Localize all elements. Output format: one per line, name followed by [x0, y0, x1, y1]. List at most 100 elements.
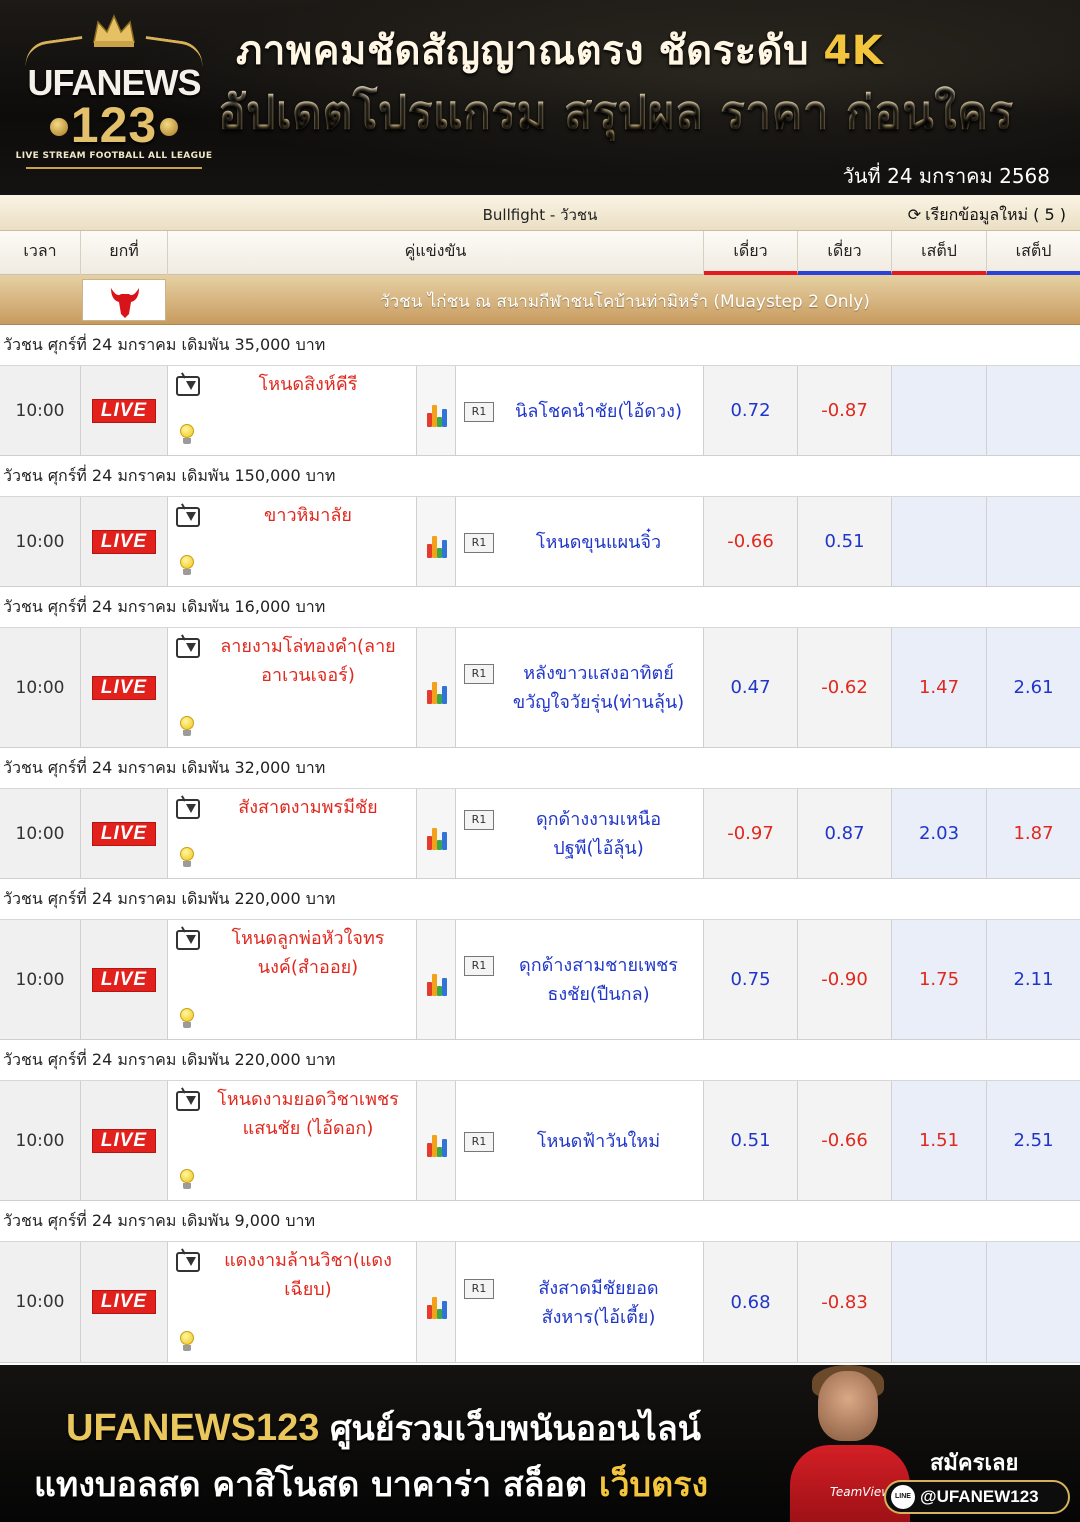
away-team-cell[interactable]: R1 ดุกด้างงามเหนือ ปฐพี(ไอ้ลุ้น)	[456, 789, 704, 878]
away-team-name[interactable]: นิลโชคนำชัย(ไอ้ดวง)	[500, 397, 697, 426]
odds-cell[interactable]: 1.87	[987, 789, 1080, 878]
away-team-name[interactable]: หลังขาวแสงอาทิตย์ ขวัญใจวัยรุ่น(ท่านลุ้น)	[500, 659, 697, 717]
odds-value[interactable]: 1.75	[892, 920, 986, 1039]
match-row[interactable]: 10:00 LIVE โหนดสิงห์คีรี R1 นิลโชคนำชัย(ไอ้ด…	[0, 366, 1080, 456]
stats-cell[interactable]	[417, 628, 456, 747]
match-row[interactable]: 10:00 LIVE โหนดลูกพ่อหัวใจทร นงค์(สำออย) R1 ด…	[0, 920, 1080, 1040]
match-row[interactable]: 10:00 LIVE ขาวหิมาลัย R1 โหนดขุนแผนจิ๋ว -0.66…	[0, 497, 1080, 587]
stats-cell[interactable]	[417, 497, 456, 586]
away-team-cell[interactable]: R1 นิลโชคนำชัย(ไอ้ดวง)	[456, 366, 704, 455]
live-button[interactable]: LIVE	[92, 529, 156, 554]
league-row[interactable]: วัวชน ไก่ชน ณ สนามกีฬาชนโคบ้านท่ามิหรำ (…	[0, 275, 1080, 325]
odds-cell[interactable]	[987, 366, 1080, 455]
bar-chart-icon[interactable]	[427, 826, 447, 850]
tv-icon[interactable]	[176, 1252, 200, 1272]
tv-icon[interactable]	[176, 638, 200, 658]
away-team-cell[interactable]: R1 โหนดขุนแผนจิ๋ว	[456, 497, 704, 586]
odds-value[interactable]: 0.68	[704, 1242, 797, 1362]
home-team-cell[interactable]: โหนดงามยอดวิชาเพชร แสนชัย (ไอ้ดอก)	[168, 1081, 417, 1200]
odds-cell[interactable]: 2.51	[987, 1081, 1080, 1200]
odds-value[interactable]: 1.47	[892, 628, 986, 747]
stats-cell[interactable]	[417, 920, 456, 1039]
away-team-cell[interactable]: R1 โหนดฟ้าวันใหม่	[456, 1081, 704, 1200]
odds-cell[interactable]	[892, 1242, 987, 1362]
odds-value[interactable]: 2.51	[987, 1081, 1080, 1200]
home-team-name[interactable]: โหนดลูกพ่อหัวใจทร นงค์(สำออย)	[204, 924, 412, 982]
line-id-button[interactable]: LINE @UFANEW123	[884, 1480, 1070, 1514]
odds-cell[interactable]	[987, 1242, 1080, 1362]
lightbulb-icon[interactable]	[178, 1331, 196, 1353]
odds-cell[interactable]: 0.51	[798, 497, 892, 586]
odds-cell[interactable]: 1.51	[892, 1081, 987, 1200]
tv-icon[interactable]	[176, 507, 200, 527]
bar-chart-icon[interactable]	[427, 972, 447, 996]
odds-value[interactable]: -0.62	[798, 628, 891, 747]
odds-value[interactable]	[987, 366, 1080, 455]
odds-cell[interactable]: -0.62	[798, 628, 892, 747]
away-team-name[interactable]: โหนดฟ้าวันใหม่	[500, 1127, 697, 1156]
stats-cell[interactable]	[417, 789, 456, 878]
home-team-name[interactable]: ขาวหิมาลัย	[204, 501, 412, 530]
odds-cell[interactable]: 0.47	[704, 628, 798, 747]
bar-chart-icon[interactable]	[427, 403, 447, 427]
tv-icon[interactable]	[176, 1091, 200, 1111]
home-team-cell[interactable]: ลายงามโล่ทองคำ(ลาย อาเวนเจอร์)	[168, 628, 417, 747]
home-team-cell[interactable]: โหนดสิงห์คีรี	[168, 366, 417, 455]
odds-cell[interactable]: 0.75	[704, 920, 798, 1039]
odds-cell[interactable]: -0.66	[704, 497, 798, 586]
site-logo[interactable]: UFANEWS 123 LIVE STREAM FOOTBALL ALL LEA…	[14, 10, 214, 185]
tv-icon[interactable]	[176, 930, 200, 950]
lightbulb-icon[interactable]	[178, 847, 196, 869]
home-team-name[interactable]: โหนดงามยอดวิชาเพชร แสนชัย (ไอ้ดอก)	[204, 1085, 412, 1143]
odds-cell[interactable]: 0.87	[798, 789, 892, 878]
odds-cell[interactable]: 1.75	[892, 920, 987, 1039]
stats-cell[interactable]	[417, 366, 456, 455]
odds-value[interactable]: 1.51	[892, 1081, 986, 1200]
odds-value[interactable]	[987, 1242, 1080, 1362]
odds-value[interactable]: 0.87	[798, 789, 891, 878]
home-team-cell[interactable]: สังสาตงามพรมีชัย	[168, 789, 417, 878]
lightbulb-icon[interactable]	[178, 1169, 196, 1191]
odds-value[interactable]: -0.83	[798, 1242, 891, 1362]
odds-value[interactable]: 2.61	[987, 628, 1080, 747]
live-button[interactable]: LIVE	[92, 675, 156, 700]
odds-value[interactable]	[892, 366, 986, 455]
odds-value[interactable]: 0.75	[704, 920, 797, 1039]
match-row[interactable]: 10:00 LIVE ลายงามโล่ทองคำ(ลาย อาเวนเจอร์) R1…	[0, 628, 1080, 748]
live-button[interactable]: LIVE	[92, 1128, 156, 1153]
bar-chart-icon[interactable]	[427, 680, 447, 704]
odds-cell[interactable]	[892, 366, 987, 455]
lightbulb-icon[interactable]	[178, 424, 196, 446]
odds-value[interactable]: -0.90	[798, 920, 891, 1039]
odds-value[interactable]: 2.11	[987, 920, 1080, 1039]
odds-cell[interactable]: -0.87	[798, 366, 892, 455]
odds-cell[interactable]: 0.51	[704, 1081, 798, 1200]
stats-cell[interactable]	[417, 1081, 456, 1200]
match-row[interactable]: 10:00 LIVE แดงงามล้านวิชา(แดง เฉียบ) R1 สังสา…	[0, 1242, 1080, 1363]
odds-value[interactable]: -0.97	[704, 789, 797, 878]
tv-icon[interactable]	[176, 799, 200, 819]
odds-cell[interactable]: -0.83	[798, 1242, 892, 1362]
bar-chart-icon[interactable]	[427, 1295, 447, 1319]
away-team-name[interactable]: โหนดขุนแผนจิ๋ว	[500, 528, 697, 557]
home-team-cell[interactable]: แดงงามล้านวิชา(แดง เฉียบ)	[168, 1242, 417, 1362]
tv-icon[interactable]	[176, 376, 200, 396]
match-row[interactable]: 10:00 LIVE สังสาตงามพรมีชัย R1 ดุกด้างงามเหน…	[0, 789, 1080, 879]
odds-value[interactable]: -0.87	[798, 366, 891, 455]
home-team-name[interactable]: โหนดสิงห์คีรี	[204, 370, 412, 399]
stats-cell[interactable]	[417, 1242, 456, 1362]
match-row[interactable]: 10:00 LIVE โหนดงามยอดวิชาเพชร แสนชัย (ไอ้ดอ…	[0, 1081, 1080, 1201]
lightbulb-icon[interactable]	[178, 1008, 196, 1030]
away-team-name[interactable]: ดุกด้างงามเหนือ ปฐพี(ไอ้ลุ้น)	[500, 805, 697, 863]
home-team-name[interactable]: แดงงามล้านวิชา(แดง เฉียบ)	[204, 1246, 412, 1304]
live-button[interactable]: LIVE	[92, 821, 156, 846]
live-button[interactable]: LIVE	[92, 967, 156, 992]
odds-value[interactable]: 1.87	[987, 789, 1080, 878]
bar-chart-icon[interactable]	[427, 1133, 447, 1157]
away-team-cell[interactable]: R1 สังสาดมีชัยยอด สังหาร(ไอ้เตี้ย)	[456, 1242, 704, 1362]
home-team-name[interactable]: สังสาตงามพรมีชัย	[204, 793, 412, 822]
odds-value[interactable]: 0.51	[704, 1081, 797, 1200]
home-team-cell[interactable]: โหนดลูกพ่อหัวใจทร นงค์(สำออย)	[168, 920, 417, 1039]
away-team-name[interactable]: สังสาดมีชัยยอด สังหาร(ไอ้เตี้ย)	[500, 1274, 697, 1332]
away-team-name[interactable]: ดุกด้างสามชายเพชร ธงชัย(ปืนกล)	[500, 951, 697, 1009]
